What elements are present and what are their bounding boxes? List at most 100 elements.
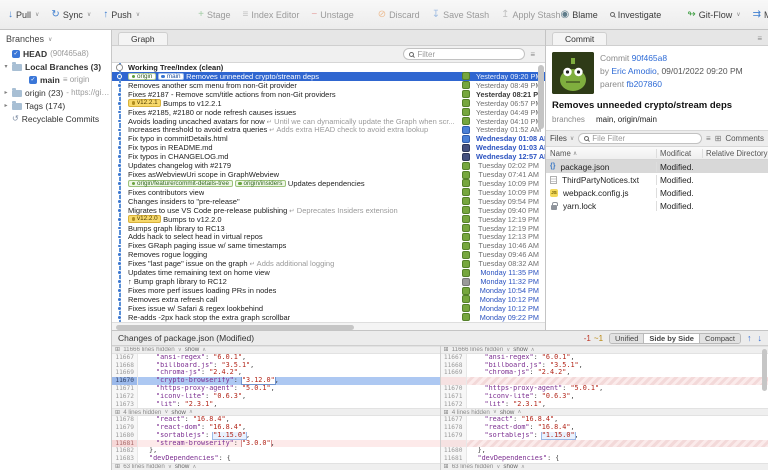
diff-line[interactable]: 11668"billboard.js": "3.5.1", [441, 362, 768, 370]
commit-row[interactable]: Fixes contributors viewTuesday 10:09 PM [112, 188, 545, 197]
commit-row[interactable]: Fixes #2187 - Remove scm/title actions f… [112, 90, 545, 99]
diff-line[interactable]: 11683"devDependencies": { [112, 455, 440, 463]
commit-row[interactable]: originmainRemoves unneeded crypto/stream… [112, 72, 545, 81]
branches-header[interactable]: Branches ∨ [0, 30, 111, 47]
sidebar-item-branch-main[interactable]: ✓main≡ origin [0, 73, 111, 86]
hscroll-thumb[interactable] [116, 325, 354, 330]
commit-row[interactable]: Fixes asWebviewUri scope in GraphWebview… [112, 170, 545, 179]
sync-button[interactable]: ↻Sync∨ [51, 10, 91, 20]
commit-row[interactable]: Removes rogue loggingTuesday 09:46 AM [112, 250, 545, 259]
file-row[interactable]: yarn.lockModified. [546, 199, 768, 212]
commit-row[interactable]: v12.2.0Bumps to v12.2.0Tuesday 12:19 PM [112, 215, 545, 224]
diff-line[interactable]: 11668"billboard.js": "3.5.1", [112, 362, 440, 370]
diff-mode-side-by-side[interactable]: Side by Side [643, 334, 699, 343]
diff-scrollbar[interactable] [762, 349, 767, 391]
show-lines-link[interactable]: show [513, 346, 527, 353]
chevron-down-icon[interactable]: ▾ [3, 63, 9, 70]
hidden-lines-bar[interactable]: ⊞11666 lines hidden∨show∧ [441, 346, 768, 354]
index-editor-button[interactable]: ≡Index Editor [243, 10, 300, 20]
diff-line[interactable]: 11678"react-dom": "16.8.4", [441, 424, 768, 432]
diff-line[interactable]: 11679"sortablejs": "1.15.0", [441, 432, 768, 440]
diff-line[interactable]: 11681"stream-browserify": "3.0.0", [112, 440, 440, 448]
tab-commit[interactable]: Commit [552, 32, 607, 45]
diff-line[interactable]: 11673"lit": "2.3.1", [112, 401, 440, 409]
commit-row[interactable]: Re-adds -2px hack stop the extra graph s… [112, 313, 545, 322]
commit-row[interactable]: Updates time remaining text on home view… [112, 268, 545, 277]
apply-stash-button[interactable]: ↥Apply Stash [501, 10, 560, 20]
diff-mode-unified[interactable]: Unified [610, 334, 643, 343]
show-lines-link[interactable]: show [175, 463, 189, 470]
panel-menu-icon[interactable]: ≡ [757, 34, 762, 45]
branch-badge[interactable]: origin/feature/commit-details-tree [128, 180, 233, 188]
branch-checkbox[interactable]: ✓ [12, 50, 20, 58]
diff-line[interactable]: 11682}, [112, 447, 440, 455]
hidden-lines-bar[interactable]: ⊞4 lines hidden∨show∧ [441, 408, 768, 416]
diff-line[interactable]: 11679"react-dom": "16.8.4", [112, 424, 440, 432]
diff-line[interactable]: 11667"ansi-regex": "6.0.1", [112, 354, 440, 362]
stage-button[interactable]: +Stage [198, 10, 230, 20]
diff-line[interactable]: 11667"ansi-regex": "6.0.1", [441, 354, 768, 362]
tab-graph[interactable]: Graph [118, 32, 168, 45]
sidebar-item-head[interactable]: ✓HEAD(90f465a8) [0, 47, 111, 60]
prev-change-button[interactable]: ↑ [747, 333, 752, 343]
blame-button[interactable]: ◉Blame [561, 10, 598, 20]
commit-row[interactable]: Fixes #2185, #2180 or node refresh cause… [112, 108, 545, 117]
branch-badge[interactable]: origin [128, 73, 156, 81]
column-header-modification[interactable]: Modificat [656, 149, 702, 158]
hidden-lines-bar[interactable]: ⊞4 lines hidden∨show∧ [112, 408, 440, 416]
file-row[interactable]: {}package.jsonModified. [546, 160, 768, 173]
filter-menu-icon[interactable]: ≡ [530, 50, 535, 59]
commit-row[interactable]: Updates changelog with #2179Tuesday 02:0… [112, 161, 545, 170]
author-link[interactable]: Eric Amodio [611, 66, 656, 76]
show-lines-link[interactable]: show [185, 346, 199, 353]
diff-line[interactable]: 11672"iconv-lite": "0.6.3", [112, 393, 440, 401]
commit-row[interactable]: ↑ Bump graph library to RC12Monday 11:32… [112, 277, 545, 286]
show-lines-link[interactable]: show [500, 409, 514, 416]
diff-line[interactable]: 11671"https-proxy-agent": "5.0.1", [112, 385, 440, 393]
commit-row[interactable]: Fixes issue w/ Safari & regex lookbehind… [112, 304, 545, 313]
unstage-button[interactable]: −Unstage [311, 10, 353, 20]
tag-badge[interactable]: v12.2.1 [128, 99, 161, 107]
commit-row[interactable]: Fix typos in README.mdWednesday 01:03 AM [112, 143, 545, 152]
commit-row[interactable]: Removes extra refresh callMonday 10:12 P… [112, 295, 545, 304]
worktree-row[interactable]: Working Tree/Index (clean) [112, 63, 545, 72]
hidden-lines-bar[interactable]: ⊞63 lines hidden∨show∧ [441, 463, 768, 470]
branch-badge[interactable]: origin/insiders [235, 180, 286, 188]
diff-mode-compact[interactable]: Compact [699, 334, 740, 343]
diff-line[interactable]: 11680}, [441, 447, 768, 455]
diff-line[interactable]: 11681"devDependencies": { [441, 455, 768, 463]
flat-view-icon[interactable]: ≡ [706, 134, 711, 143]
chevron-right-icon[interactable]: ▸ [3, 89, 9, 96]
push-button[interactable]: ↑Push∨ [103, 10, 140, 20]
tree-view-icon[interactable]: ⊞ [715, 134, 722, 143]
file-filter-input[interactable]: File Filter [578, 133, 702, 144]
commit-row[interactable]: Avoids loading uncached avatars for now↵… [112, 117, 545, 126]
merge-button[interactable]: ⇉Merge [753, 10, 768, 20]
parent-hash-link[interactable]: fb207860 [626, 79, 661, 89]
show-lines-link[interactable]: show [171, 409, 185, 416]
commit-row[interactable]: Adds hack to select head in virtual repo… [112, 233, 545, 242]
git-flow-button[interactable]: ↬Git-Flow∨ [687, 10, 740, 20]
pull-button[interactable]: ↓Pull∨ [8, 10, 39, 20]
show-lines-link[interactable]: show [503, 463, 517, 470]
column-header-relative-directory[interactable]: Relative Directory [702, 149, 768, 158]
diff-line[interactable]: 11671"iconv-lite": "0.6.3", [441, 393, 768, 401]
commit-row[interactable]: v12.2.1Bumps to v12.2.1Yesterday 06:57 P… [112, 99, 545, 108]
diff-line[interactable]: 11669"chroma-js": "2.4.2", [441, 369, 768, 377]
diff-line[interactable]: 11670"https-proxy-agent": "5.0.1", [441, 385, 768, 393]
commit-row[interactable]: origin/feature/commit-details-treeorigin… [112, 179, 545, 188]
commit-filter-input[interactable]: Filter [403, 48, 525, 60]
commit-row[interactable]: Migrates to use VS Code pre-release publ… [112, 206, 545, 215]
commit-row[interactable]: Changes insiders to "pre-release"Tuesday… [112, 197, 545, 206]
diff-line[interactable]: 11678"react": "16.8.4", [112, 416, 440, 424]
file-row[interactable]: ThirdPartyNotices.txtModified. [546, 173, 768, 186]
commit-row[interactable]: Fix typos in CHANGELOG.mdWednesday 12:57… [112, 152, 545, 161]
save-stash-button[interactable]: ↧Save Stash [432, 10, 489, 20]
commit-list-hscrollbar[interactable] [112, 322, 545, 330]
sidebar-item-recyclable-commits[interactable]: ↺Recyclable Commits [0, 112, 111, 125]
files-dropdown[interactable]: Files ∨ [550, 134, 574, 143]
commit-row[interactable]: Fix typo in commitDetails.htmlWednesday … [112, 134, 545, 143]
next-change-button[interactable]: ↓ [758, 333, 763, 343]
sidebar-item-local-branches[interactable]: ▾Local Branches (3) [0, 60, 111, 73]
commit-row[interactable]: Bumps graph library to RC13Tuesday 12:19… [112, 224, 545, 233]
